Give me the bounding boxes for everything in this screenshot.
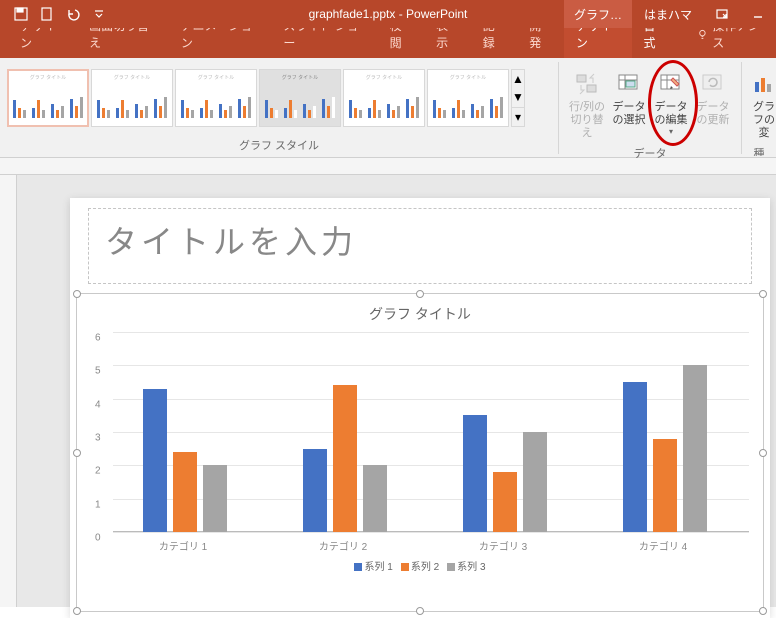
new-button[interactable] [34,2,60,26]
chevron-down-icon: ▾ [669,127,673,137]
chart-bar[interactable] [363,465,387,532]
switch-rowcol-icon [575,72,599,96]
chart-bar[interactable] [333,385,357,532]
category-group[interactable] [303,385,387,532]
change-chart-type-button[interactable]: グラフの変 [749,67,776,143]
chart-area[interactable]: グラフ タイトル 0123456カテゴリ 1カテゴリ 2カテゴリ 3カテゴリ 4… [91,300,749,605]
save-button[interactable] [8,2,34,26]
legend-item[interactable]: 系列 1 [354,562,392,573]
category-axis-label: カテゴリ 3 [453,538,553,553]
document-title: graphfade1.pptx - PowerPoint [309,7,468,21]
select-data-icon [617,72,641,96]
ruler-vertical[interactable] [0,175,17,607]
chart-bar[interactable] [653,439,677,532]
resize-handle-se[interactable] [759,607,767,615]
slide-editor: タイトルを入力 グラフ タイトル 0123456カテゴリ 1カテゴリ 2カテゴリ… [0,158,776,607]
chart-style-gallery[interactable]: グラフ タイトル グラフ タイトル グラフ タイトル グラフ タイトル グラフ … [7,63,551,127]
qat-customize-button[interactable] [86,2,112,26]
chart-type-group-label: 種 [749,143,769,157]
slide-title-placeholder[interactable]: タイトルを入力 [88,208,752,284]
chart-style-5[interactable]: グラフ タイトル [343,69,425,127]
resize-handle-w[interactable] [73,449,81,457]
chart-bar[interactable] [203,465,227,532]
user-name[interactable]: はまハマ [632,6,704,23]
chart-style-3[interactable]: グラフ タイトル [175,69,257,127]
chart-style-4[interactable]: グラフ タイトル [259,69,341,127]
y-tick-label: 0 [95,533,101,544]
y-tick-label: 2 [95,466,101,477]
undo-button[interactable] [60,2,86,26]
chart-bar[interactable] [683,365,707,532]
chart-bar[interactable] [463,415,487,532]
edit-data-icon [659,72,683,96]
gridline [113,532,749,533]
slide[interactable]: タイトルを入力 グラフ タイトル 0123456カテゴリ 1カテゴリ 2カテゴリ… [70,198,770,618]
chart-styles-group: グラフ タイトル グラフ タイトル グラフ タイトル グラフ タイトル グラフ … [0,58,558,157]
y-tick-label: 1 [95,499,101,510]
refresh-data-icon [701,72,725,96]
ruler-horizontal[interactable] [0,158,776,175]
chart-legend[interactable]: 系列 1 系列 2 系列 3 [91,558,749,573]
change-chart-type-icon [752,72,776,96]
legend-item[interactable]: 系列 2 [401,562,439,573]
switch-rowcol-button[interactable]: 行/列の切り替え [566,67,608,143]
chart-bar[interactable] [303,449,327,532]
resize-handle-ne[interactable] [759,290,767,298]
minimize-button[interactable] [740,1,776,27]
title-bar: graphfade1.pptx - PowerPoint グラフ… はまハマ [0,0,776,28]
quick-access-toolbar [0,0,112,28]
chart-type-group: グラフの変 種 [742,58,776,157]
ribbon-tab-row: デザイン 画面切り替え アニメーション スライド ショー 校閲 表示 記録 開発… [0,28,776,58]
legend-item[interactable]: 系列 3 [447,562,485,573]
resize-handle-s[interactable] [416,607,424,615]
chart-bar[interactable] [623,382,647,532]
resize-handle-n[interactable] [416,290,424,298]
chart-bar[interactable] [173,452,197,532]
style-gallery-more-button[interactable]: ▲ ▼ ▾ [511,69,525,127]
select-data-button[interactable]: データの選択 [608,67,650,143]
y-tick-label: 6 [95,333,101,344]
chart-object[interactable]: グラフ タイトル 0123456カテゴリ 1カテゴリ 2カテゴリ 3カテゴリ 4… [76,293,764,612]
chart-style-6[interactable]: グラフ タイトル [427,69,509,127]
chart-bar[interactable] [143,389,167,532]
data-group: 行/列の切り替え データの選択 データの編集 ▾ データの更新 データ [559,58,741,157]
category-axis-label: カテゴリ 2 [293,538,393,553]
category-axis-label: カテゴリ 1 [133,538,233,553]
refresh-data-button[interactable]: データの更新 [692,67,734,143]
edit-data-button[interactable]: データの編集 ▾ [650,67,692,143]
ribbon-display-options-button[interactable] [704,1,740,27]
chart-bar[interactable] [493,472,517,532]
y-tick-label: 3 [95,433,101,444]
y-tick-label: 5 [95,366,101,377]
category-group[interactable] [143,389,227,532]
resize-handle-e[interactable] [759,449,767,457]
chart-style-2[interactable]: グラフ タイトル [91,69,173,127]
lightbulb-icon [697,28,708,40]
resize-handle-sw[interactable] [73,607,81,615]
category-group[interactable] [463,415,547,532]
chart-style-1[interactable]: グラフ タイトル [7,69,89,127]
y-tick-label: 4 [95,399,101,410]
category-axis-label: カテゴリ 4 [613,538,713,553]
chart-styles-group-label: グラフ スタイル [7,135,551,156]
category-group[interactable] [623,365,707,532]
chart-title[interactable]: グラフ タイトル [91,304,749,324]
chart-tools-context-tab[interactable]: グラフ… [564,0,632,28]
resize-handle-nw[interactable] [73,290,81,298]
chart-plot-area[interactable]: 0123456カテゴリ 1カテゴリ 2カテゴリ 3カテゴリ 4 [113,332,749,532]
chart-bar[interactable] [523,432,547,532]
gridline [113,332,749,333]
ribbon-body: グラフ タイトル グラフ タイトル グラフ タイトル グラフ タイトル グラフ … [0,58,776,158]
